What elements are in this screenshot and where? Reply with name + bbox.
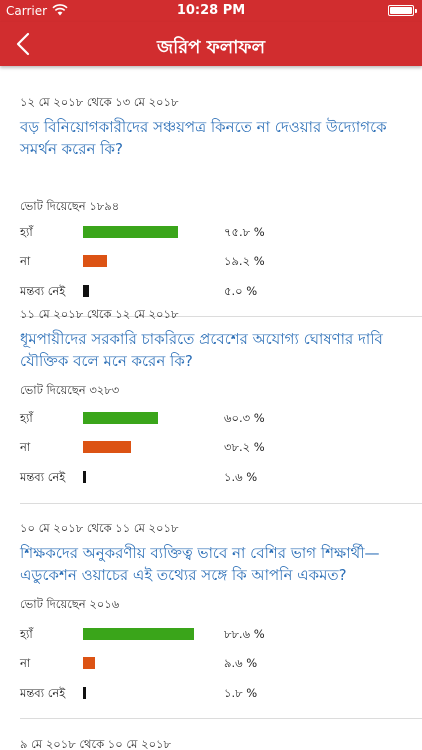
result-bar <box>83 471 86 483</box>
poll-question[interactable]: ধূমপায়ীদের সরকারি চাকরিতে প্রবেশের অযোগ… <box>20 328 410 372</box>
poll-date-range: ১১ মে ২০১৮ থেকে ১২ মে ২০১৮ <box>20 307 179 321</box>
option-label: মন্তব্য নেই <box>20 686 66 700</box>
result-bar <box>83 657 95 669</box>
battery-icon <box>388 5 417 16</box>
poll-question[interactable]: বড় বিনিয়োগকারীদের সঞ্চয়পত্র কিনতে না … <box>20 116 410 160</box>
result-bar <box>83 285 89 297</box>
poll-option-no-comment: মন্তব্য নেই ৫.০ % <box>20 283 420 299</box>
poll-vote-count: ভোট দিয়েছেন ৩২৮৩ <box>20 383 120 397</box>
poll-option-no-comment: মন্তব্য নেই ১.৮ % <box>20 685 420 701</box>
result-bar <box>83 255 107 267</box>
option-percent: ৬০.৩ % <box>224 411 265 425</box>
poll-vote-count: ভোট দিয়েছেন ২০১৬ <box>20 597 120 611</box>
poll-option-no: না ১৯.২ % <box>20 253 420 269</box>
poll-option-yes: হ্যাঁ ৮৮.৬ % <box>20 626 420 642</box>
poll-date-range: ১২ মে ২০১৮ থেকে ১৩ মে ২০১৮ <box>20 95 179 109</box>
poll-date-range: ৯ মে ২০১৮ থেকে ১০ মে ২০১৮ <box>20 737 171 750</box>
option-label: না <box>20 254 31 268</box>
result-bar <box>83 226 178 238</box>
result-bar <box>83 687 86 699</box>
option-label: না <box>20 656 31 670</box>
option-label: মন্তব্য নেই <box>20 284 66 298</box>
result-bar <box>83 441 131 453</box>
divider <box>20 503 422 504</box>
option-label: হ্যাঁ <box>20 627 33 641</box>
option-label: হ্যাঁ <box>20 225 33 239</box>
option-percent: ৫.০ % <box>224 284 258 298</box>
option-percent: ১.৬ % <box>224 470 258 484</box>
option-percent: ৩৮.২ % <box>224 440 265 454</box>
option-percent: ৮৮.৬ % <box>224 627 265 641</box>
option-percent: ১৯.২ % <box>224 254 265 268</box>
option-label: হ্যাঁ <box>20 411 33 425</box>
nav-bar: জরিপ ফলাফল <box>0 22 422 66</box>
option-percent: ৯.৬ % <box>224 656 258 670</box>
poll-results-list[interactable]: ১২ মে ২০১৮ থেকে ১৩ মে ২০১৮ বড় বিনিয়োগক… <box>0 66 422 750</box>
poll-option-yes: হ্যাঁ ৭৫.৮ % <box>20 224 420 240</box>
option-percent: ১.৮ % <box>224 686 258 700</box>
poll-option-no-comment: মন্তব্য নেই ১.৬ % <box>20 469 420 485</box>
page-title: জরিপ ফলাফল <box>157 37 265 58</box>
status-bar: Carrier 10:28 PM <box>0 0 422 22</box>
option-percent: ৭৫.৮ % <box>224 225 265 239</box>
divider <box>20 718 422 719</box>
poll-vote-count: ভোট দিয়েছেন ১৮৯৪ <box>20 199 120 213</box>
result-bar <box>83 412 158 424</box>
option-label: না <box>20 440 31 454</box>
option-label: মন্তব্য নেই <box>20 470 66 484</box>
poll-date-range: ১০ মে ২০১৮ থেকে ১১ মে ২০১৮ <box>20 521 179 535</box>
status-time: 10:28 PM <box>176 3 246 18</box>
poll-option-no: না ৯.৬ % <box>20 655 420 671</box>
result-bar <box>83 628 194 640</box>
poll-question[interactable]: শিক্ষকদের অনুকরণীয় ব্যক্তিত্ব ভাবে না ব… <box>20 542 410 586</box>
poll-option-yes: হ্যাঁ ৬০.৩ % <box>20 410 420 426</box>
poll-option-no: না ৩৮.২ % <box>20 439 420 455</box>
